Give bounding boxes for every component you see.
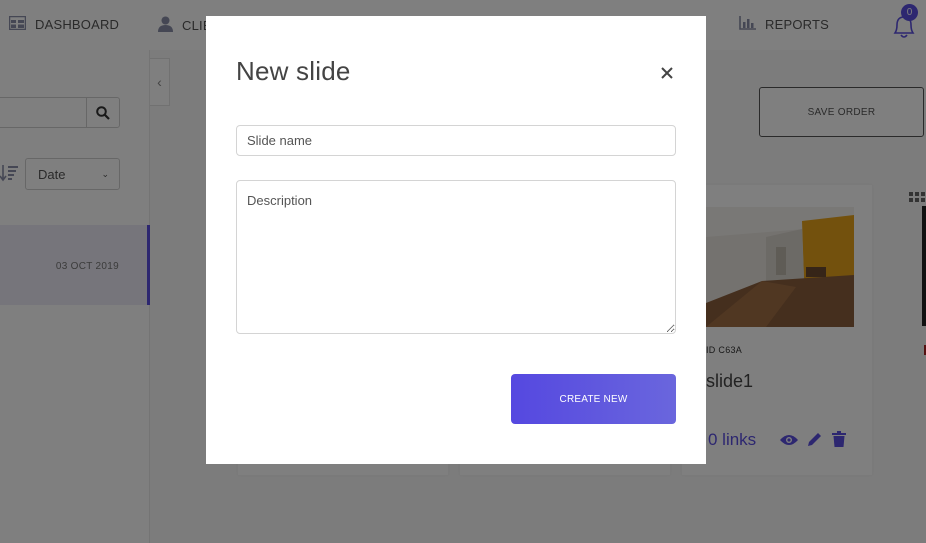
description-textarea[interactable] (236, 180, 676, 334)
close-button[interactable] (657, 63, 677, 83)
close-icon (661, 67, 673, 79)
new-slide-modal: New slide CREATE NEW (206, 16, 706, 464)
modal-title: New slide (236, 56, 351, 86)
create-new-button[interactable]: CREATE NEW (511, 374, 676, 424)
slide-name-input[interactable] (236, 125, 676, 156)
